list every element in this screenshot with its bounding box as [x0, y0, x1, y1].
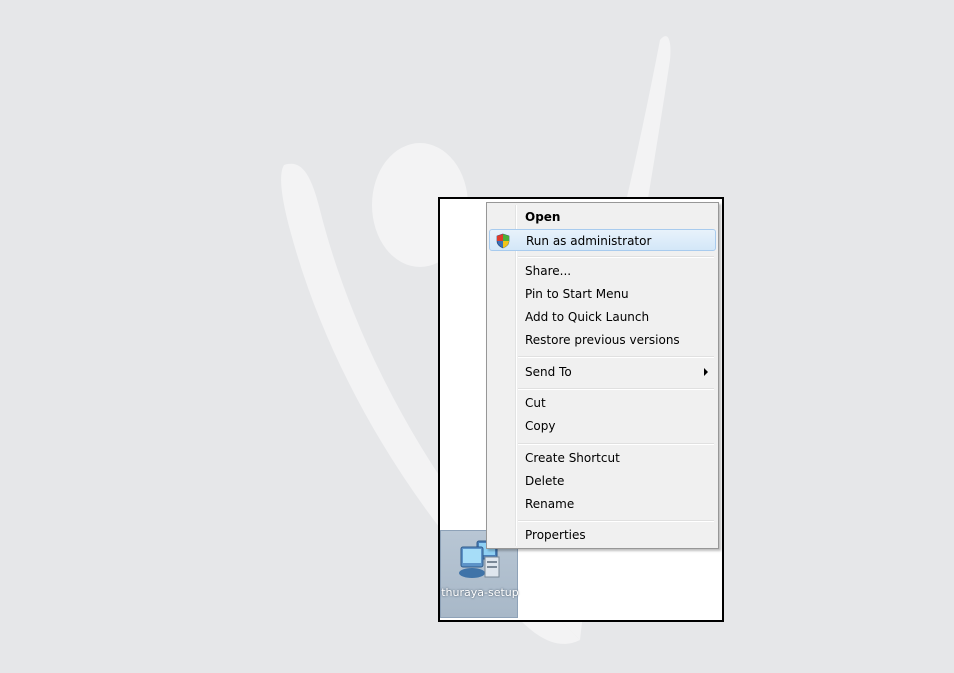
menu-item-add-to-quick-launch[interactable]: Add to Quick Launch: [489, 306, 716, 328]
menu-item-rename[interactable]: Rename: [489, 493, 716, 515]
menu-item-label: Cut: [525, 396, 546, 410]
menu-item-pin-to-start-menu[interactable]: Pin to Start Menu: [489, 283, 716, 305]
menu-item-label: Delete: [525, 474, 565, 488]
menu-item-copy[interactable]: Copy: [489, 415, 716, 437]
menu-item-run-as-administrator[interactable]: Run as administrator: [489, 229, 716, 251]
menu-item-label: Share...: [525, 264, 572, 278]
desktop-file-label: thuraya-setup: [441, 586, 519, 599]
submenu-arrow-icon: [704, 368, 708, 376]
menu-item-label: Restore previous versions: [525, 333, 680, 347]
menu-item-send-to[interactable]: Send To: [489, 361, 716, 383]
menu-item-label: Send To: [525, 365, 572, 379]
menu-separator: [518, 388, 714, 390]
desktop-window: thuraya-setup Open Run as administrator …: [438, 197, 724, 622]
menu-item-restore-previous-versions[interactable]: Restore previous versions: [489, 329, 716, 351]
menu-item-label: Open: [525, 210, 561, 224]
menu-item-label: Pin to Start Menu: [525, 287, 629, 301]
menu-item-label: Create Shortcut: [525, 451, 620, 465]
menu-item-label: Add to Quick Launch: [525, 310, 650, 324]
menu-separator: [518, 356, 714, 358]
menu-item-create-shortcut[interactable]: Create Shortcut: [489, 447, 716, 469]
menu-item-label: Copy: [525, 419, 556, 433]
menu-item-delete[interactable]: Delete: [489, 470, 716, 492]
menu-item-label: Rename: [525, 497, 575, 511]
menu-item-label: Properties: [525, 528, 586, 542]
uac-shield-icon: [496, 233, 510, 249]
menu-item-cut[interactable]: Cut: [489, 392, 716, 414]
menu-item-properties[interactable]: Properties: [489, 524, 716, 546]
menu-item-label: Run as administrator: [526, 234, 652, 248]
menu-separator: [518, 443, 714, 445]
menu-separator: [518, 256, 714, 258]
menu-separator: [518, 520, 714, 522]
menu-item-open[interactable]: Open: [489, 206, 716, 228]
context-menu: Open Run as administrator Share... Pin t…: [486, 202, 719, 549]
menu-item-share[interactable]: Share...: [489, 260, 716, 282]
